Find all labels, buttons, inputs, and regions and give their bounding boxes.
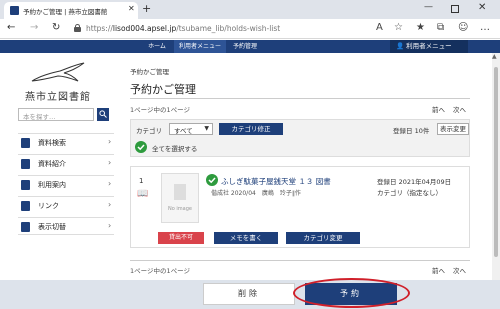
window-close-icon[interactable]: ✕ — [478, 2, 486, 13]
highlight-circle — [293, 278, 410, 308]
swallow-logo-icon — [31, 62, 85, 82]
sidebar-item-label: 資料紹介 — [38, 160, 66, 168]
book-thumbnail[interactable]: No image — [161, 173, 199, 223]
url-field[interactable]: https://lisod004.apsel.jp/tsubame_lib/ho… — [72, 21, 360, 36]
sidebar-item-links[interactable]: リンク › — [18, 196, 114, 214]
user-menu-label: 利用者メニュー — [406, 42, 452, 50]
item-title-link[interactable]: ふしぎ駄菓子屋銭天堂 １３ 図書 — [221, 176, 331, 187]
book-icon — [21, 159, 30, 169]
scroll-thumb[interactable] — [494, 67, 498, 257]
page-title: 予約かご管理 — [130, 83, 196, 96]
browser-tab[interactable]: 予約かご管理 | 燕市立図書館 ✕ — [4, 2, 138, 19]
sidebar-item-guide[interactable]: 利用案内 › — [18, 175, 114, 193]
collections-icon[interactable]: ⧉ — [437, 22, 444, 33]
breadcrumb[interactable]: 予約かご管理 — [130, 66, 169, 76]
unavailable-badge: 貸出不可 — [158, 232, 204, 244]
category-change-button[interactable]: カテゴリ変更 — [286, 232, 360, 244]
footer-action-bar: 削除 予約 — [0, 280, 500, 309]
favorites-bar-icon[interactable]: ★ — [416, 22, 425, 33]
favorite-star-icon[interactable]: ☆ — [394, 22, 403, 33]
link-icon — [21, 201, 30, 211]
item-registered-date: 登録日 2021年04月09日 — [377, 178, 452, 186]
select-all-check-icon[interactable] — [135, 141, 147, 153]
chevron-right-icon: › — [108, 137, 112, 146]
write-memo-button[interactable]: メモを書く — [214, 232, 278, 244]
pager-next-link[interactable]: 次へ — [453, 104, 466, 114]
item-check-icon[interactable] — [206, 174, 218, 186]
profile-icon[interactable]: ☺ — [458, 22, 468, 33]
scrollbar[interactable]: ▲ — [492, 53, 500, 282]
read-aloud-icon[interactable]: A — [376, 22, 383, 33]
browser-tab-bar: 予約かご管理 | 燕市立図書館 ✕ + — ✕ — [0, 0, 500, 19]
lock-icon — [74, 24, 81, 32]
new-tab-button[interactable]: + — [142, 2, 151, 15]
user-icon: 👤 — [396, 42, 405, 50]
divider — [130, 260, 470, 261]
sidebar-search-input[interactable]: 本を探す… — [18, 108, 94, 121]
switch-icon — [21, 222, 30, 232]
filter-box: カテゴリ すべて ▼ カテゴリ修正 登録日 10件 表示変更 全てを選択する — [130, 119, 470, 157]
pager-prev-link-bottom[interactable]: 前へ — [432, 265, 445, 275]
nav-holds[interactable]: 予約管理 — [226, 40, 264, 53]
sidebar-search-button[interactable] — [97, 108, 109, 121]
address-bar: ← → ↻ https://lisod004.apsel.jp/tsubame_… — [0, 19, 500, 39]
pager-next-link-bottom[interactable]: 次へ — [453, 265, 466, 275]
scroll-up-icon[interactable]: ▲ — [492, 53, 497, 60]
sidebar-item-display[interactable]: 表示切替 › — [18, 217, 114, 235]
chevron-down-icon: ▼ — [204, 125, 209, 132]
search-book-icon — [21, 138, 30, 148]
sidebar-item-label: リンク — [38, 202, 59, 210]
nav-home[interactable]: ホーム — [140, 40, 174, 53]
display-change-button[interactable]: 表示変更 — [437, 123, 469, 135]
category-edit-button[interactable]: カテゴリ修正 — [219, 123, 283, 135]
chevron-right-icon: › — [108, 200, 112, 209]
site-favicon-icon — [10, 6, 19, 15]
category-select-value: すべて — [174, 127, 193, 135]
registered-count: 登録日 10件 — [393, 127, 430, 135]
category-label: カテゴリ — [136, 127, 162, 135]
select-all-label[interactable]: 全てを選択する — [152, 143, 197, 153]
no-image-text: No image — [168, 206, 192, 212]
sidebar: 燕市立図書館 本を探す… 資料検索 › 資料紹介 › 利用案内 › リンク › … — [8, 53, 116, 283]
delete-button[interactable]: 削除 — [203, 283, 295, 305]
sidebar-item-intro[interactable]: 資料紹介 › — [18, 154, 114, 172]
sidebar-item-label: 表示切替 — [38, 223, 66, 231]
nav-user-menu[interactable]: 利用者メニュー — [174, 40, 226, 53]
url-text: https://lisod004.apsel.jp/tsubame_lib/ho… — [86, 24, 281, 33]
chevron-right-icon: › — [108, 221, 112, 230]
site-header: ホーム 利用者メニュー 予約管理 👤 利用者メニュー — [0, 40, 500, 53]
search-icon — [99, 110, 107, 118]
page-count-bottom: 1ページ中の1ページ — [130, 267, 191, 275]
main-content: 予約かご管理 予約かご管理 1ページ中の1ページ 前へ 次へ カテゴリ すべて … — [130, 53, 470, 283]
person-icon — [21, 180, 30, 190]
item-number: 1 — [139, 177, 144, 185]
chevron-right-icon: › — [108, 158, 112, 167]
divider — [130, 98, 470, 99]
sidebar-item-label: 利用案内 — [38, 181, 66, 189]
item-meta: 偕成社 2020/04 廣嶋 玲子∥作 — [211, 190, 301, 197]
chevron-right-icon: › — [108, 179, 112, 188]
more-menu-icon[interactable]: … — [480, 22, 490, 33]
book-icon: 📖 — [137, 189, 149, 199]
reload-icon[interactable]: ↻ — [52, 22, 60, 33]
category-select[interactable]: すべて ▼ — [169, 123, 213, 135]
page-count: 1ページ中の1ページ — [130, 106, 191, 114]
tab-close-icon[interactable]: ✕ — [128, 4, 135, 13]
no-image-icon — [174, 184, 186, 200]
item-category: カテゴリ（指定なし） — [377, 189, 442, 197]
window-maximize-icon[interactable] — [451, 5, 459, 13]
sidebar-item-label: 資料検索 — [38, 139, 66, 147]
back-arrow-icon[interactable]: ← — [7, 22, 15, 33]
user-menu-button[interactable]: 👤 利用者メニュー — [390, 40, 468, 53]
list-item: 1 📖 No image ふしぎ駄菓子屋銭天堂 １３ 図書 偕成社 2020/0… — [130, 166, 470, 248]
library-logo-text: 燕市立図書館 — [25, 92, 91, 103]
tab-title: 予約かご管理 | 燕市立図書館 — [23, 8, 108, 16]
pager-prev-link[interactable]: 前へ — [432, 104, 445, 114]
window-minimize-icon[interactable]: — — [424, 2, 433, 12]
forward-arrow-icon[interactable]: → — [30, 22, 38, 33]
sidebar-item-search[interactable]: 資料検索 › — [18, 133, 114, 151]
